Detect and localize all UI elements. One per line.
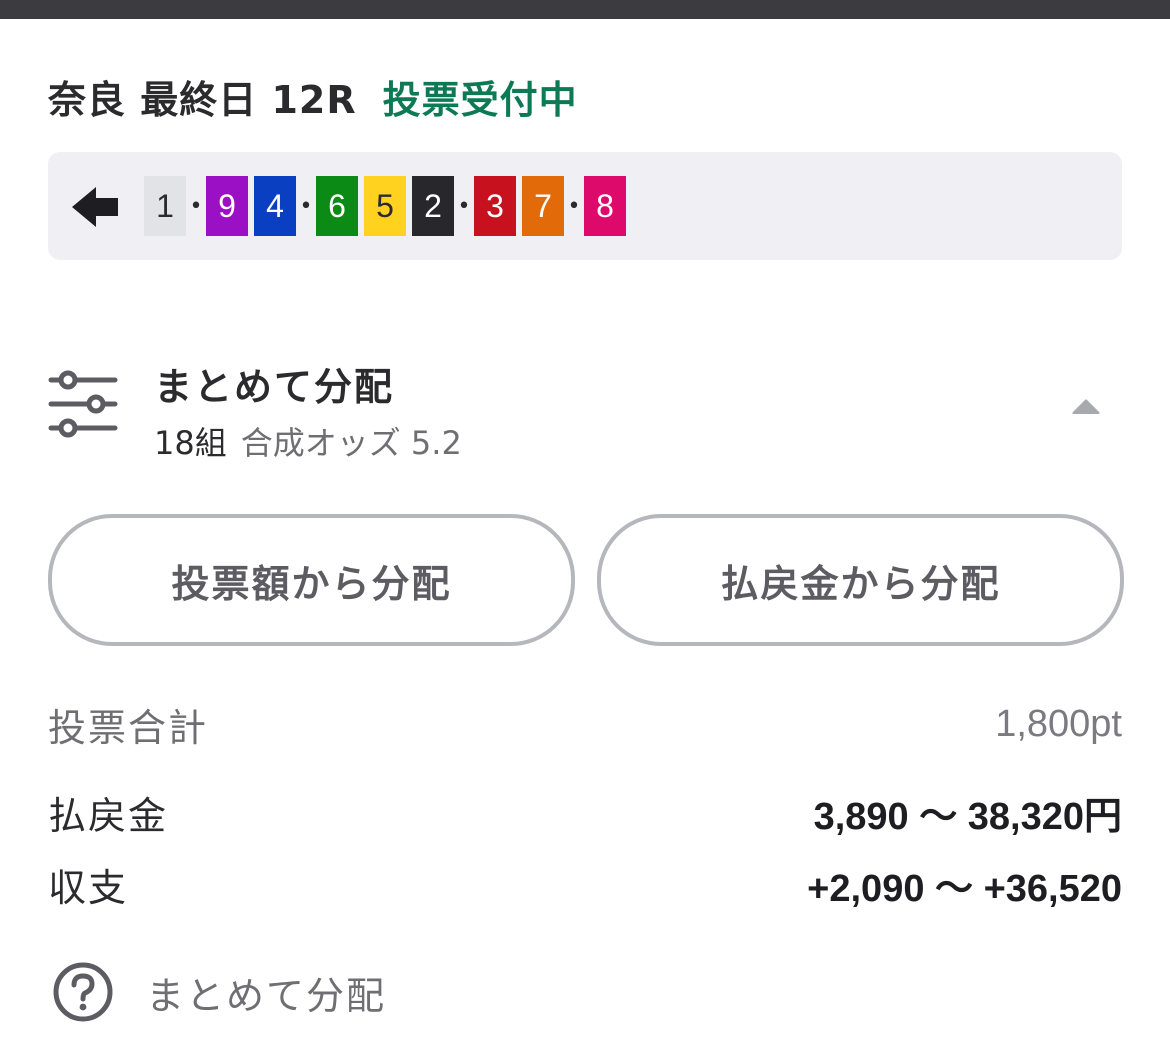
- distribution-title: まとめて分配: [154, 365, 395, 409]
- horse-number: 9: [206, 176, 248, 236]
- horse-number: 2: [412, 176, 454, 236]
- horse-number: 4: [254, 176, 296, 236]
- race-header: 奈良 最終日 12R 投票受付中: [48, 68, 578, 124]
- horse-number: 5: [364, 176, 406, 236]
- horse-number: 3: [474, 176, 516, 236]
- horse-number: 7: [522, 176, 564, 236]
- combination-count: 18組: [154, 424, 227, 462]
- payout-value: 3,890 〜 38,320円: [813, 795, 1122, 838]
- race-title: 奈良 最終日 12R: [48, 77, 357, 122]
- total-stake-label: 投票合計: [48, 705, 209, 750]
- question-circle-icon: [53, 962, 113, 1022]
- group-separator: •: [189, 193, 203, 219]
- group-separator: •: [457, 193, 471, 219]
- total-stake-row: 投票合計 1,800pt: [48, 694, 1122, 754]
- help-link[interactable]: まとめて分配: [52, 960, 386, 1024]
- horse-number: 8: [584, 176, 626, 236]
- distribute-by-payout-button[interactable]: 払戻金から分配: [597, 514, 1124, 646]
- combination-box: 1 • 9 4 • 6 5 2 • 3 7 • 8: [48, 152, 1122, 260]
- arrow-left-icon[interactable]: [70, 184, 122, 230]
- sliders-icon: [48, 370, 118, 438]
- balance-label: 収支: [48, 865, 129, 910]
- help-label: まとめて分配: [146, 973, 387, 1018]
- group-separator: •: [567, 193, 581, 219]
- balance-value: +2,090 〜 +36,520: [807, 867, 1122, 910]
- caret-up-icon[interactable]: [1072, 398, 1100, 414]
- total-stake-value: 1,800pt: [995, 702, 1122, 745]
- combined-odds: 合成オッズ 5.2: [240, 424, 462, 462]
- top-bar: [0, 0, 1170, 19]
- horse-number: 6: [316, 176, 358, 236]
- horse-number: 1: [144, 176, 186, 236]
- combination-numbers: 1 • 9 4 • 6 5 2 • 3 7 • 8: [144, 176, 626, 236]
- balance-row: 収支 +2,090 〜 +36,520: [48, 854, 1122, 914]
- distribute-by-stake-button[interactable]: 投票額から分配: [48, 514, 575, 646]
- race-status: 投票受付中: [382, 77, 578, 122]
- distribution-header[interactable]: まとめて分配 18組 合成オッズ 5.2: [48, 350, 1122, 462]
- payout-label: 払戻金: [48, 793, 169, 838]
- payout-row: 払戻金 3,890 〜 38,320円: [48, 782, 1122, 842]
- group-separator: •: [299, 193, 313, 219]
- distribution-subtitle: 18組 合成オッズ 5.2: [154, 418, 462, 464]
